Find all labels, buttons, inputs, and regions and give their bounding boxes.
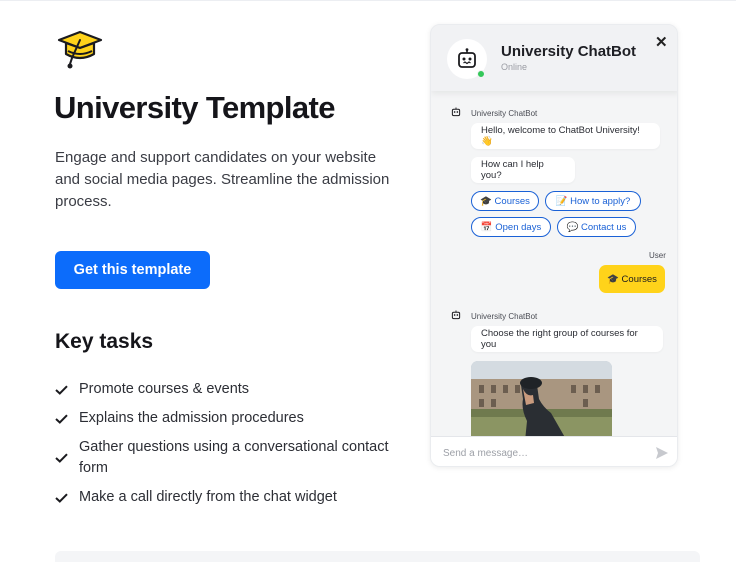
page-title: University Template	[54, 90, 336, 125]
checkmark-icon	[55, 492, 79, 503]
campus-photo	[471, 361, 612, 436]
message-composer	[431, 436, 677, 466]
key-tasks-list: Promote courses & events Explains the ad…	[55, 379, 400, 516]
chatbot-status: Online	[501, 62, 528, 72]
quick-reply-contact-us[interactable]: 💬 Contact us	[557, 217, 636, 237]
quick-reply-open-days[interactable]: 📅 Open days	[471, 217, 551, 237]
chatbot-name: University ChatBot	[501, 43, 637, 60]
task-label: Promote courses & events	[79, 381, 250, 397]
message-sender: University ChatBot	[451, 310, 537, 322]
list-item: Explains the admission procedures	[55, 408, 400, 429]
chat-header: University ChatBot Online ✕	[431, 25, 677, 91]
list-item: Gather questions using a conversational …	[55, 437, 400, 479]
checkmark-icon	[55, 384, 79, 395]
sender-name: University ChatBot	[471, 108, 538, 118]
list-item: Make a call directly from the chat widge…	[55, 487, 400, 508]
robot-icon	[451, 107, 465, 119]
bot-message: How can I help you?	[471, 157, 575, 183]
list-item: Promote courses & events	[55, 379, 400, 400]
user-sender-label: User	[649, 251, 666, 260]
bot-message: Hello, welcome to ChatBot University! 👋	[471, 123, 660, 149]
task-label: Make a call directly from the chat widge…	[79, 489, 337, 505]
task-label: Explains the admission procedures	[79, 410, 304, 426]
bot-message: Choose the right group of courses for yo…	[471, 326, 663, 352]
message-list: University ChatBot Hello, welcome to Cha…	[431, 91, 677, 436]
bottom-section-edge	[55, 551, 700, 562]
quick-reply-how-to-apply[interactable]: 📝 How to apply?	[545, 191, 641, 211]
checkmark-icon	[55, 413, 79, 424]
task-label: Gather questions using a conversational …	[79, 439, 389, 476]
graduation-cap-icon	[56, 28, 104, 72]
send-icon[interactable]	[655, 446, 669, 460]
message-sender: University ChatBot	[451, 107, 537, 119]
chat-widget: University ChatBot Online ✕ University C…	[430, 24, 678, 467]
sender-name: University ChatBot	[471, 311, 538, 321]
key-tasks-heading: Key tasks	[55, 330, 154, 353]
user-message: 🎓 Courses	[599, 265, 665, 293]
checkmark-icon	[55, 453, 79, 463]
message-input[interactable]	[443, 444, 633, 462]
quick-reply-courses[interactable]: 🎓 Courses	[471, 191, 539, 211]
get-template-button[interactable]: Get this template	[55, 251, 210, 289]
robot-icon	[451, 310, 465, 322]
top-divider	[0, 0, 736, 1]
page-description: Engage and support candidates on your we…	[55, 149, 390, 210]
close-icon[interactable]: ✕	[655, 33, 668, 51]
online-status-indicator	[477, 70, 485, 78]
